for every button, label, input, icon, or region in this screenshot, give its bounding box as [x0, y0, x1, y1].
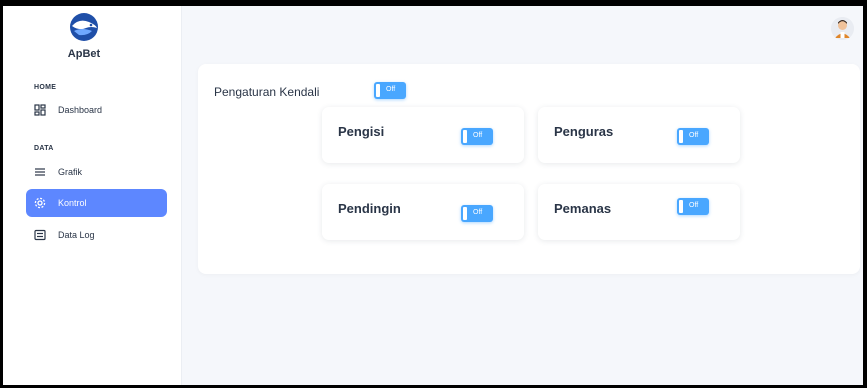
toggle-label: Off: [473, 132, 483, 139]
sidebar-item-label: Dashboard: [58, 105, 103, 115]
sidebar-item-label: Data Log: [58, 230, 95, 240]
sidebar-item-dashboard[interactable]: Dashboard: [26, 96, 167, 124]
device-title: Pendingin: [338, 201, 401, 216]
sidebar-item-data-log[interactable]: Data Log: [26, 221, 167, 249]
avatar-icon: [831, 17, 854, 40]
section-title-data: DATA: [34, 145, 54, 152]
device-title: Pemanas: [554, 201, 612, 216]
device-title: Pengisi: [338, 124, 385, 139]
pemanas-toggle[interactable]: Off: [677, 198, 709, 215]
toggle-label: Off: [689, 132, 699, 139]
pengisi-toggle[interactable]: Off: [461, 128, 493, 145]
device-card-pengisi: Pengisi Off: [322, 107, 524, 163]
fish-logo-icon: [70, 13, 98, 41]
device-card-pendingin: Pendingin Off: [322, 184, 524, 240]
master-toggle[interactable]: Off: [374, 82, 406, 99]
sidebar-item-label: Grafik: [58, 167, 83, 177]
device-card-pemanas: Pemanas Off: [538, 184, 740, 240]
toggle-label: Off: [689, 202, 699, 209]
panel-title: Pengaturan Kendali: [214, 85, 320, 99]
toggle-label: Off: [386, 86, 396, 93]
device-title: Penguras: [554, 124, 614, 139]
toggle-knob: [463, 207, 467, 220]
gear-icon: [34, 197, 46, 209]
sidebar: ApBet HOME Dashboard DATA Grafik Kontrol: [3, 6, 182, 385]
brand[interactable]: ApBet: [49, 12, 119, 60]
control-panel: Pengaturan Kendali Off Pengisi Off Pengu…: [198, 64, 860, 274]
toggle-knob: [679, 200, 683, 213]
pendingin-toggle[interactable]: Off: [461, 205, 493, 222]
app-window: ApBet HOME Dashboard DATA Grafik Kontrol: [3, 6, 863, 385]
penguras-toggle[interactable]: Off: [677, 128, 709, 145]
toggle-knob: [376, 84, 380, 97]
section-title-home: HOME: [34, 84, 57, 91]
dashboard-icon: [34, 104, 46, 116]
table-icon: [34, 229, 46, 241]
device-card-penguras: Penguras Off: [538, 107, 740, 163]
list-icon: [34, 166, 46, 178]
toggle-knob: [463, 130, 467, 143]
toggle-label: Off: [473, 209, 483, 216]
sidebar-item-label: Kontrol: [58, 198, 87, 208]
sidebar-item-kontrol[interactable]: Kontrol: [26, 189, 167, 217]
toggle-knob: [679, 130, 683, 143]
brand-name: ApBet: [67, 48, 101, 60]
user-avatar[interactable]: [831, 17, 854, 40]
sidebar-item-grafik[interactable]: Grafik: [26, 158, 167, 186]
